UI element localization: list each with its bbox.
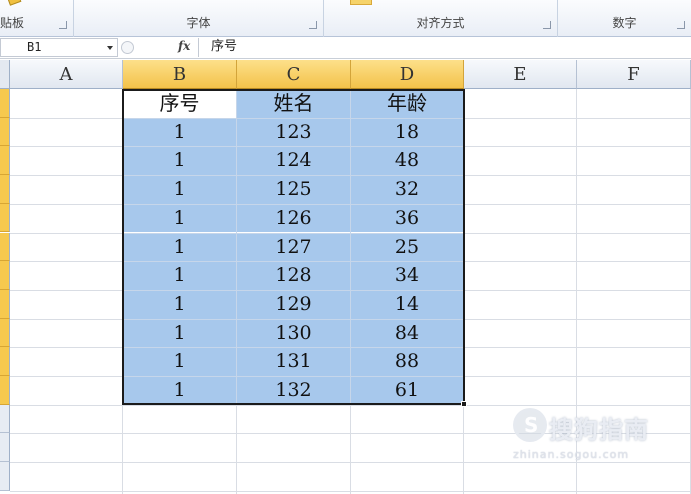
table-cell[interactable]: 124: [237, 146, 350, 176]
insert-function-icon[interactable]: fx: [178, 39, 190, 53]
row-header[interactable]: [0, 318, 10, 348]
row-header[interactable]: [0, 175, 10, 204]
selection-gridline: [123, 232, 464, 234]
row-header[interactable]: [0, 89, 10, 118]
ribbon-group-font: 字体: [74, 0, 324, 37]
table-cell[interactable]: 129: [237, 289, 350, 319]
row-header[interactable]: [0, 203, 10, 233]
ribbon-group-label: 数字: [612, 16, 637, 30]
selection-gridline: [123, 261, 464, 263]
header-cell[interactable]: 姓名: [237, 89, 350, 118]
header-cell[interactable]: 年龄: [351, 89, 463, 118]
row-header[interactable]: [0, 376, 10, 405]
header-cell[interactable]: 序号: [123, 89, 236, 118]
dialog-launcher-icon[interactable]: [309, 21, 317, 29]
table-cell[interactable]: 125: [237, 175, 350, 204]
column-header-e[interactable]: E: [464, 60, 577, 89]
column-header-a[interactable]: A: [10, 60, 123, 89]
sogou-logo-icon: S: [513, 408, 547, 442]
logo-letter: S: [524, 413, 539, 437]
fill-handle[interactable]: [461, 401, 467, 407]
table-cell[interactable]: 34: [351, 261, 463, 290]
chevron-down-icon[interactable]: [107, 46, 113, 50]
table-cell[interactable]: 18: [351, 117, 463, 147]
selection-gridline: [123, 117, 464, 119]
column-header-f[interactable]: F: [577, 60, 691, 89]
table-cell[interactable]: 1: [123, 146, 236, 176]
ribbon-group-label: 对齐方式: [416, 16, 465, 30]
selection-gridline: [350, 89, 351, 405]
formula-bar: B1 fx 序号: [0, 37, 691, 59]
dialog-launcher-icon[interactable]: [59, 21, 67, 29]
row-header[interactable]: [0, 462, 10, 491]
table-cell[interactable]: 132: [237, 376, 350, 405]
table-cell[interactable]: 123: [237, 117, 350, 147]
selection-gridline: [123, 203, 464, 205]
selection-gridline: [123, 146, 464, 148]
watermark-text: 搜狗指南: [549, 416, 649, 444]
table-cell[interactable]: 1: [123, 318, 236, 348]
ribbon: 贴板 字体 对齐方式 数字: [0, 0, 691, 37]
dialog-launcher-icon[interactable]: [543, 21, 551, 29]
select-all-corner[interactable]: [0, 60, 10, 89]
table-cell[interactable]: 1: [123, 289, 236, 319]
table-cell[interactable]: 1: [123, 261, 236, 290]
selection-gridline: [123, 175, 464, 177]
table-cell[interactable]: 1: [123, 117, 236, 147]
table-cell[interactable]: 1: [123, 175, 236, 204]
table-cell[interactable]: 88: [351, 347, 463, 376]
formula-input[interactable]: 序号: [198, 38, 691, 57]
table-cell[interactable]: 131: [237, 347, 350, 376]
watermark-url: zhinan.sogou.com: [513, 448, 630, 461]
gridline: [463, 89, 464, 494]
table-cell[interactable]: 127: [237, 232, 350, 262]
table-cell[interactable]: 130: [237, 318, 350, 348]
table-cell[interactable]: 126: [237, 203, 350, 233]
table-cell[interactable]: 48: [351, 146, 463, 176]
formula-bar-resize-handle[interactable]: [121, 41, 134, 54]
row-header[interactable]: [0, 232, 10, 262]
selection-gridline: [236, 89, 237, 405]
selection-gridline: [123, 289, 464, 291]
table-cell[interactable]: 61: [351, 376, 463, 405]
table-cell[interactable]: 1: [123, 232, 236, 262]
dialog-launcher-icon[interactable]: [677, 21, 685, 29]
table-cell[interactable]: 36: [351, 203, 463, 233]
row-header[interactable]: [0, 347, 10, 376]
selection-gridline: [123, 318, 464, 320]
ribbon-group-clipboard: 贴板: [0, 0, 74, 37]
selection-gridline: [123, 376, 464, 377]
table-cell[interactable]: 25: [351, 232, 463, 262]
table-cell[interactable]: 1: [123, 376, 236, 405]
column-header-c[interactable]: C: [237, 60, 351, 89]
selection-gridline: [123, 347, 464, 349]
table-cell[interactable]: 1: [123, 203, 236, 233]
ribbon-group-number: 数字: [558, 0, 691, 37]
column-header-d[interactable]: D: [351, 60, 464, 89]
ribbon-group-alignment: 对齐方式: [324, 0, 558, 37]
column-header-b[interactable]: B: [123, 60, 237, 89]
table-cell[interactable]: 1: [123, 347, 236, 376]
table-cell[interactable]: 128: [237, 261, 350, 290]
row-header[interactable]: [0, 261, 10, 290]
ribbon-group-label: 字体: [186, 16, 211, 30]
table-cell[interactable]: 32: [351, 175, 463, 204]
name-box-value: B1: [27, 40, 42, 54]
row-header[interactable]: [0, 117, 10, 147]
name-box[interactable]: B1: [0, 38, 118, 57]
row-header[interactable]: [0, 404, 10, 434]
row-header[interactable]: [0, 289, 10, 319]
table-cell[interactable]: 84: [351, 318, 463, 348]
table-cell[interactable]: 14: [351, 289, 463, 319]
row-header[interactable]: [0, 433, 10, 463]
row-header[interactable]: [0, 146, 10, 176]
